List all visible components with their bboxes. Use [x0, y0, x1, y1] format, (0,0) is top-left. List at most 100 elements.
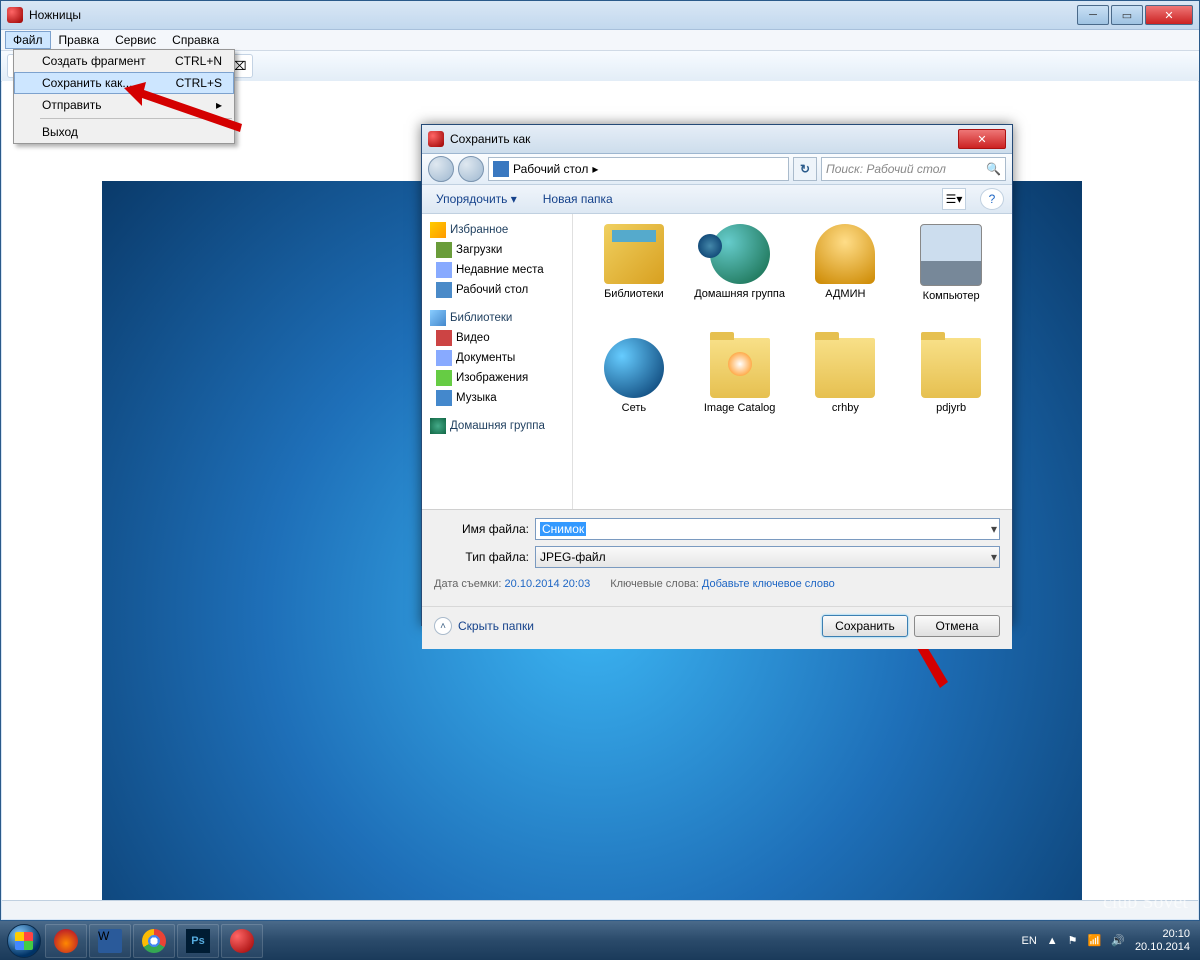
tray-volume-icon[interactable]: 🔊 — [1111, 934, 1125, 947]
taskbar-photoshop[interactable]: Ps — [177, 924, 219, 958]
app-icon — [7, 7, 23, 23]
firefox-icon — [54, 929, 78, 953]
save-as-dialog: Сохранить как ✕ Рабочий стол ▸ ↻ Поиск: … — [421, 124, 1013, 626]
save-button[interactable]: Сохранить — [822, 615, 908, 637]
item-admin[interactable]: АДМИН — [795, 224, 897, 334]
filename-input[interactable]: Снимок▾ — [535, 518, 1000, 540]
tree-libraries[interactable]: Библиотеки — [422, 308, 572, 328]
word-icon: W — [98, 929, 122, 953]
clock-date: 20.10.2014 — [1135, 941, 1190, 954]
breadcrumb-arrow-icon: ▸ — [592, 162, 598, 176]
tree-favorites[interactable]: Избранное — [422, 220, 572, 240]
dialog-body: Избранное Загрузки Недавние места Рабочи… — [422, 214, 1012, 509]
chrome-icon — [142, 929, 166, 953]
menu-item-label: Выход — [42, 125, 78, 139]
menu-file[interactable]: Файл — [5, 31, 51, 49]
folder-icon — [710, 338, 770, 398]
nav-forward-button[interactable] — [458, 156, 484, 182]
windows-orb-icon — [7, 924, 41, 958]
menu-help[interactable]: Справка — [164, 31, 227, 49]
annotation-arrow-icon — [116, 80, 246, 140]
filetype-label: Тип файла: — [434, 550, 529, 564]
tree-homegroup[interactable]: Домашняя группа — [422, 416, 572, 436]
maximize-button[interactable]: ▭ — [1111, 5, 1143, 25]
dialog-actions: ˄ Скрыть папки Сохранить Отмена — [422, 606, 1012, 649]
date-taken-value[interactable]: 20.10.2014 20:03 — [505, 578, 591, 590]
item-computer[interactable]: Компьютер — [900, 224, 1002, 334]
hide-folders-button[interactable]: ˄ Скрыть папки — [434, 617, 534, 635]
menu-item-label: Отправить — [42, 98, 102, 112]
dropdown-icon[interactable]: ▾ — [991, 522, 997, 536]
snip-icon — [230, 929, 254, 953]
nav-back-button[interactable] — [428, 156, 454, 182]
menu-bar: Файл Правка Сервис Справка — [1, 30, 1199, 51]
file-view[interactable]: Библиотеки Домашняя группа АДМИН Компьют… — [573, 214, 1012, 509]
close-button[interactable]: ✕ — [1145, 5, 1193, 25]
nav-tree: Избранное Загрузки Недавние места Рабочи… — [422, 214, 573, 509]
tray-action-center-icon[interactable]: ⚑ — [1068, 934, 1078, 947]
item-libraries[interactable]: Библиотеки — [583, 224, 685, 334]
taskbar-firefox[interactable] — [45, 924, 87, 958]
network-icon — [604, 338, 664, 398]
item-folder-crhby[interactable]: crhby — [795, 338, 897, 448]
tree-documents[interactable]: Документы — [422, 348, 572, 368]
clock[interactable]: 20:10 20.10.2014 — [1135, 928, 1190, 953]
dropdown-icon[interactable]: ▾ — [991, 550, 997, 564]
window-title: Ножницы — [29, 8, 1075, 22]
menu-item-new[interactable]: Создать фрагмент CTRL+N — [14, 50, 234, 72]
tray-flag-icon[interactable]: ▲ — [1047, 935, 1058, 947]
help-button[interactable]: ? — [980, 188, 1004, 210]
dialog-titlebar[interactable]: Сохранить как ✕ — [422, 125, 1012, 154]
desktop-icon — [436, 282, 452, 298]
menu-tools[interactable]: Сервис — [107, 31, 164, 49]
dialog-title: Сохранить как — [450, 132, 958, 146]
titlebar[interactable]: Ножницы ─ ▭ ✕ — [1, 1, 1199, 30]
watermark: club Sovet — [1103, 891, 1188, 914]
start-button[interactable] — [4, 921, 44, 960]
minimize-button[interactable]: ─ — [1077, 5, 1109, 25]
item-network[interactable]: Сеть — [583, 338, 685, 448]
search-icon: 🔍 — [986, 162, 1001, 176]
menu-item-label: Создать фрагмент — [42, 54, 146, 68]
tree-recent[interactable]: Недавние места — [422, 260, 572, 280]
address-bar[interactable]: Рабочий стол ▸ — [488, 157, 789, 181]
star-icon — [430, 222, 446, 238]
menu-edit[interactable]: Правка — [51, 31, 108, 49]
recent-icon — [436, 262, 452, 278]
music-icon — [436, 390, 452, 406]
tree-desktop[interactable]: Рабочий стол — [422, 280, 572, 300]
user-icon — [815, 224, 875, 284]
filetype-select[interactable]: JPEG-файл▾ — [535, 546, 1000, 568]
tray-network-icon[interactable]: 📶 — [1088, 934, 1102, 947]
system-tray: EN ▲ ⚑ 📶 🔊 20:10 20.10.2014 — [1021, 928, 1196, 953]
item-image-catalog[interactable]: Image Catalog — [689, 338, 791, 448]
cancel-button[interactable]: Отмена — [914, 615, 1000, 637]
address-text: Рабочий стол — [513, 162, 588, 176]
tree-downloads[interactable]: Загрузки — [422, 240, 572, 260]
homegroup-icon — [710, 224, 770, 284]
video-icon — [436, 330, 452, 346]
command-bar: Упорядочить ▾ Новая папка ☰▾ ? — [422, 185, 1012, 214]
tree-music[interactable]: Музыка — [422, 388, 572, 408]
new-folder-button[interactable]: Новая папка — [537, 190, 619, 208]
save-form: Имя файла: Снимок▾ Тип файла: JPEG-файл▾… — [422, 509, 1012, 606]
homegroup-icon — [430, 418, 446, 434]
organize-button[interactable]: Упорядочить ▾ — [430, 190, 523, 208]
item-folder-pdjyrb[interactable]: pdjyrb — [900, 338, 1002, 448]
tree-images[interactable]: Изображения — [422, 368, 572, 388]
dialog-close-button[interactable]: ✕ — [958, 129, 1006, 149]
taskbar-snipping-tool[interactable] — [221, 924, 263, 958]
search-input[interactable]: Поиск: Рабочий стол 🔍 — [821, 157, 1006, 181]
language-indicator[interactable]: EN — [1021, 935, 1036, 947]
taskbar-word[interactable]: W — [89, 924, 131, 958]
tags-label: Ключевые слова: — [610, 578, 699, 590]
status-bar — [2, 900, 1198, 919]
tree-video[interactable]: Видео — [422, 328, 572, 348]
item-homegroup[interactable]: Домашняя группа — [689, 224, 791, 334]
view-options-button[interactable]: ☰▾ — [942, 188, 966, 210]
folder-icon — [815, 338, 875, 398]
nav-row: Рабочий стол ▸ ↻ Поиск: Рабочий стол 🔍 — [422, 154, 1012, 185]
tags-value[interactable]: Добавьте ключевое слово — [702, 578, 835, 590]
taskbar-chrome[interactable] — [133, 924, 175, 958]
refresh-button[interactable]: ↻ — [793, 157, 817, 181]
